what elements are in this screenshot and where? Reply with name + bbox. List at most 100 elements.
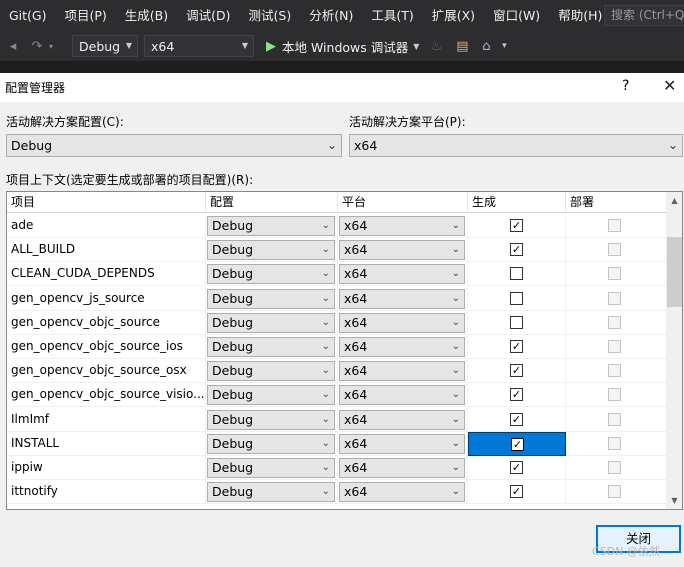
- row-config-dropdown[interactable]: Debug ⌄: [207, 385, 335, 406]
- menu-git[interactable]: Git(G): [0, 0, 56, 31]
- build-cell: ✓: [468, 383, 566, 408]
- table-row[interactable]: gen_opencv_objc_source_osx Debug ⌄ x64 ⌄ ✓: [7, 359, 667, 384]
- row-config-dropdown[interactable]: Debug ⌄: [207, 216, 335, 236]
- row-config-dropdown[interactable]: Debug ⌄: [207, 337, 335, 357]
- row-platform-dropdown[interactable]: x64 ⌄: [339, 312, 465, 333]
- row-config-dropdown[interactable]: Debug ⌄: [207, 240, 335, 261]
- build-checkbox[interactable]: ✓: [510, 340, 523, 353]
- menu-window[interactable]: 窗口(W): [484, 0, 549, 31]
- build-checkbox[interactable]: ✓: [510, 485, 523, 499]
- menu-extensions[interactable]: 扩展(X): [423, 0, 484, 31]
- build-checkbox[interactable]: ✓: [510, 412, 523, 426]
- project-name: ade: [7, 214, 206, 238]
- close-icon[interactable]: ✕: [663, 76, 676, 95]
- row-config-dropdown[interactable]: Debug ⌄: [207, 409, 335, 430]
- help-button[interactable]: ?: [622, 78, 629, 94]
- undo-icon[interactable]: ◂: [6, 39, 20, 54]
- build-cell: ✓: [468, 407, 566, 432]
- row-config-dropdown[interactable]: Debug ⌄: [207, 312, 335, 333]
- menu-test[interactable]: 测试(S): [240, 0, 301, 31]
- build-checkbox[interactable]: ✓: [510, 219, 523, 232]
- row-config-dropdown[interactable]: Debug ⌄: [207, 433, 335, 454]
- chevron-down-icon: ▼: [241, 41, 248, 50]
- menu-tools[interactable]: 工具(T): [362, 0, 422, 31]
- chevron-down-icon: ⌄: [451, 389, 460, 401]
- column-configuration[interactable]: 配置: [206, 192, 338, 213]
- row-platform-value: x64: [344, 266, 368, 282]
- build-checkbox[interactable]: ✓: [510, 364, 523, 378]
- row-platform-dropdown[interactable]: x64 ⌄: [339, 288, 465, 309]
- active-platform-dropdown[interactable]: x64 ⌄: [349, 134, 683, 157]
- row-platform-dropdown[interactable]: x64 ⌄: [339, 458, 465, 478]
- configuration-manager-dialog: 配置管理器 ? ✕ 活动解决方案配置(C): Debug ⌄ 活动解决方案平台(…: [0, 73, 684, 567]
- start-debugging-button[interactable]: ▶ 本地 Windows 调试器 ▼: [266, 37, 419, 56]
- chevron-down-icon: ⌄: [321, 437, 330, 449]
- build-checkbox[interactable]: ✓: [511, 437, 524, 451]
- chevron-down-icon: ⌄: [451, 341, 460, 352]
- build-checkbox[interactable]: ✓: [510, 388, 523, 402]
- find-in-files-icon[interactable]: ▤: [455, 39, 469, 54]
- scroll-up-icon[interactable]: ▲: [666, 192, 682, 209]
- scroll-down-icon[interactable]: ▼: [666, 492, 682, 509]
- redo-dropdown-icon[interactable]: ▾: [44, 42, 58, 51]
- solution-platform-dropdown[interactable]: x64 ▼: [144, 35, 254, 57]
- build-cell: ✓: [468, 480, 566, 505]
- row-platform-dropdown[interactable]: x64 ⌄: [339, 216, 465, 236]
- scroll-thumb[interactable]: [667, 237, 682, 307]
- build-checkbox[interactable]: [510, 315, 523, 329]
- table-row[interactable]: ippiw Debug ⌄ x64 ⌄ ✓: [7, 456, 667, 480]
- build-checkbox[interactable]: [510, 267, 523, 281]
- redo-icon[interactable]: ↷: [30, 39, 44, 54]
- row-platform-value: x64: [344, 460, 368, 475]
- build-checkbox[interactable]: [510, 291, 523, 305]
- platform-cell: x64 ⌄: [338, 286, 468, 311]
- overflow-icon[interactable]: ▾: [497, 41, 511, 51]
- column-deploy[interactable]: 部署: [566, 192, 667, 213]
- row-platform-dropdown[interactable]: x64 ⌄: [339, 385, 465, 406]
- solution-config-dropdown[interactable]: Debug ▼: [72, 35, 138, 57]
- column-build[interactable]: 生成: [468, 192, 566, 213]
- table-row[interactable]: gen_opencv_objc_source Debug ⌄ x64 ⌄: [7, 310, 667, 335]
- column-platform[interactable]: 平台: [338, 192, 468, 213]
- table-row[interactable]: gen_opencv_js_source Debug ⌄ x64 ⌄: [7, 286, 667, 311]
- build-cell: [468, 310, 566, 335]
- row-platform-dropdown[interactable]: x64 ⌄: [339, 409, 465, 430]
- row-config-dropdown[interactable]: Debug ⌄: [207, 288, 335, 309]
- deploy-checkbox: [608, 412, 621, 426]
- menu-project[interactable]: 项目(P): [56, 0, 116, 31]
- row-config-dropdown[interactable]: Debug ⌄: [207, 482, 335, 503]
- chevron-down-icon[interactable]: ▼: [413, 42, 419, 51]
- row-platform-dropdown[interactable]: x64 ⌄: [339, 264, 465, 285]
- flame-icon[interactable]: ♨: [429, 39, 443, 54]
- table-row[interactable]: gen_opencv_objc_source_ios Debug ⌄ x64 ⌄ ✓: [7, 335, 667, 359]
- table-row[interactable]: ALL_BUILD Debug ⌄ x64 ⌄ ✓: [7, 238, 667, 263]
- row-config-dropdown[interactable]: Debug ⌄: [207, 361, 335, 382]
- menu-help[interactable]: 帮助(H): [549, 0, 611, 31]
- table-row[interactable]: CLEAN_CUDA_DEPENDS Debug ⌄ x64 ⌄: [7, 262, 667, 287]
- build-checkbox[interactable]: ✓: [510, 243, 523, 257]
- row-config-dropdown[interactable]: Debug ⌄: [207, 458, 335, 478]
- build-checkbox[interactable]: ✓: [510, 461, 523, 474]
- search-input[interactable]: 搜索 (Ctrl+Q): [604, 5, 684, 26]
- row-platform-dropdown[interactable]: x64 ⌄: [339, 240, 465, 261]
- menu-debug[interactable]: 调试(D): [177, 0, 239, 31]
- row-config-dropdown[interactable]: Debug ⌄: [207, 264, 335, 285]
- table-row[interactable]: INSTALL Debug ⌄ x64 ⌄ ✓: [7, 431, 667, 456]
- active-config-dropdown[interactable]: Debug ⌄: [6, 134, 342, 157]
- table-row[interactable]: IlmImf Debug ⌄ x64 ⌄ ✓: [7, 407, 667, 432]
- menu-build[interactable]: 生成(B): [116, 0, 177, 31]
- config-cell: Debug ⌄: [206, 456, 338, 480]
- menu-analyze[interactable]: 分析(N): [300, 0, 362, 31]
- project-context-label: 项目上下文(选定要生成或部署的项目配置)(R):: [6, 173, 254, 187]
- vertical-scrollbar[interactable]: ▲ ▼: [666, 192, 682, 509]
- row-platform-dropdown[interactable]: x64 ⌄: [339, 337, 465, 357]
- column-project[interactable]: 项目: [7, 192, 206, 213]
- row-platform-dropdown[interactable]: x64 ⌄: [339, 482, 465, 503]
- project-name: gen_opencv_js_source: [7, 286, 206, 311]
- row-platform-dropdown[interactable]: x64 ⌄: [339, 433, 465, 454]
- table-row[interactable]: ade Debug ⌄ x64 ⌄ ✓: [7, 214, 667, 238]
- row-platform-dropdown[interactable]: x64 ⌄: [339, 361, 465, 382]
- table-row[interactable]: ittnotify Debug ⌄ x64 ⌄ ✓: [7, 480, 667, 505]
- home-icon[interactable]: ⌂: [479, 39, 493, 54]
- table-row[interactable]: gen_opencv_objc_source_visio... Debug ⌄ x64…: [7, 383, 667, 408]
